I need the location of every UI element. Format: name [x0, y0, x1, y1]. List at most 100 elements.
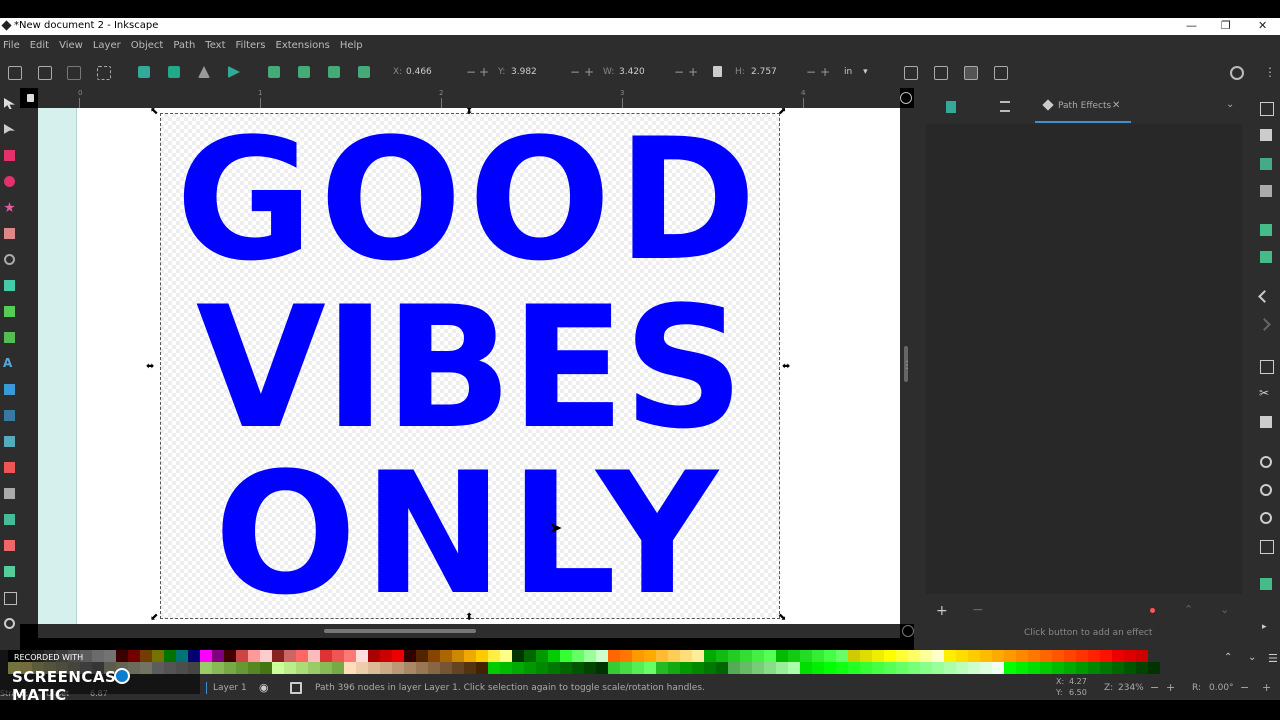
scale-handle-left[interactable]: ⬌	[146, 362, 154, 372]
palette-swatch[interactable]	[800, 650, 812, 662]
palette-swatch[interactable]	[1124, 650, 1136, 662]
palette-swatch[interactable]	[428, 662, 440, 674]
palette-swatch[interactable]	[1076, 662, 1088, 674]
palette-swatch[interactable]	[980, 662, 992, 674]
palette-swatch[interactable]	[764, 650, 776, 662]
open-file-icon[interactable]	[1260, 129, 1272, 141]
palette-swatch[interactable]	[200, 662, 212, 674]
palette-swatch[interactable]	[356, 662, 368, 674]
deselect-icon[interactable]	[67, 66, 81, 80]
gradient-tool-icon[interactable]	[4, 384, 15, 395]
palette-swatch[interactable]	[296, 650, 308, 662]
palette-swatch[interactable]	[608, 650, 620, 662]
palette-swatch[interactable]	[236, 662, 248, 674]
palette-swatch[interactable]	[392, 650, 404, 662]
palette-swatch[interactable]	[296, 662, 308, 674]
palette-swatch[interactable]	[644, 650, 656, 662]
transform-patterns-icon[interactable]	[994, 66, 1008, 80]
text-tool-icon[interactable]: A	[3, 356, 12, 370]
palette-swatch[interactable]	[212, 662, 224, 674]
zoom-corner-icon[interactable]	[900, 92, 912, 104]
palette-swatch[interactable]	[1148, 662, 1160, 674]
palette-swatch[interactable]	[656, 662, 668, 674]
tab-path-effects[interactable]: Path Effects	[1058, 101, 1111, 111]
x-increment-button[interactable]: +	[479, 65, 489, 79]
palette-swatch[interactable]	[776, 650, 788, 662]
raise-icon[interactable]	[298, 66, 310, 78]
palette-swatch[interactable]	[824, 662, 836, 674]
menu-filters[interactable]: Filters	[231, 35, 271, 57]
scale-handle-top-left[interactable]: ⬉	[150, 108, 158, 117]
palette-swatch[interactable]	[1016, 662, 1028, 674]
palette-swatch[interactable]	[260, 650, 272, 662]
palette-swatch[interactable]	[704, 662, 716, 674]
palette-swatch[interactable]	[908, 650, 920, 662]
palette-swatch[interactable]	[692, 650, 704, 662]
palette-swatch[interactable]	[692, 662, 704, 674]
palette-swatch[interactable]	[668, 662, 680, 674]
palette-swatch[interactable]	[1100, 650, 1112, 662]
palette-swatch[interactable]	[560, 650, 572, 662]
mesh-tool-icon[interactable]	[4, 410, 15, 421]
h-decrement-button[interactable]: −	[806, 65, 816, 79]
scale-stroke-icon[interactable]	[904, 66, 918, 80]
palette-swatch[interactable]	[572, 650, 584, 662]
palette-swatch[interactable]	[932, 662, 944, 674]
palette-swatch[interactable]	[536, 650, 548, 662]
palette-swatch[interactable]	[836, 650, 848, 662]
palette-swatch[interactable]	[440, 662, 452, 674]
palette-swatch[interactable]	[860, 662, 872, 674]
palette-swatch[interactable]	[284, 650, 296, 662]
flip-vertical-icon[interactable]	[228, 66, 240, 78]
palette-swatch[interactable]	[272, 650, 284, 662]
paint-bucket-tool-icon[interactable]	[4, 462, 15, 473]
palette-swatch[interactable]	[992, 650, 1004, 662]
zoom-in-button[interactable]: +	[1166, 681, 1175, 694]
palette-scroll-up-icon[interactable]: ⌃	[1224, 652, 1232, 663]
color-management-icon[interactable]	[902, 625, 914, 637]
palette-swatch[interactable]	[1016, 650, 1028, 662]
rotate-cw-icon[interactable]	[168, 66, 180, 78]
palette-swatch[interactable]	[1136, 662, 1148, 674]
palette-swatch[interactable]	[788, 662, 800, 674]
palette-swatch[interactable]	[632, 662, 644, 674]
palette-swatch[interactable]	[1040, 650, 1052, 662]
palette-swatch[interactable]	[884, 650, 896, 662]
palette-swatch[interactable]	[452, 662, 464, 674]
palette-swatch[interactable]	[320, 662, 332, 674]
minimize-button[interactable]: —	[1186, 19, 1197, 32]
copy-icon[interactable]	[1260, 360, 1274, 374]
palette-swatch[interactable]	[608, 662, 620, 674]
scale-corners-icon[interactable]	[934, 66, 948, 80]
palette-swatch[interactable]	[1064, 650, 1076, 662]
palette-swatch[interactable]	[440, 650, 452, 662]
palette-swatch[interactable]	[728, 650, 740, 662]
palette-swatch[interactable]	[488, 662, 500, 674]
palette-swatch[interactable]	[656, 650, 668, 662]
palette-swatch[interactable]	[848, 662, 860, 674]
palette-swatch[interactable]	[536, 662, 548, 674]
palette-swatch[interactable]	[308, 662, 320, 674]
palette-swatch[interactable]	[284, 662, 296, 674]
menu-text[interactable]: Text	[200, 35, 230, 57]
palette-swatch[interactable]	[1052, 662, 1064, 674]
palette-swatch[interactable]	[524, 662, 536, 674]
rotate-ccw-icon[interactable]	[138, 66, 150, 78]
horizontal-scrollbar[interactable]	[38, 624, 914, 638]
3d-box-tool-icon[interactable]	[4, 228, 15, 239]
lower-to-bottom-icon[interactable]	[358, 66, 370, 78]
more-options-icon[interactable]: ⋮	[1264, 65, 1276, 79]
rotation-field[interactable]: 0.00°	[1209, 683, 1234, 693]
import-icon[interactable]	[1260, 224, 1272, 236]
palette-swatch[interactable]	[464, 650, 476, 662]
palette-swatch[interactable]	[680, 662, 692, 674]
palette-swatch[interactable]	[560, 662, 572, 674]
eraser-tool-icon[interactable]	[4, 540, 15, 551]
menu-help[interactable]: Help	[335, 35, 368, 57]
rotate-decrement-button[interactable]: −	[1240, 681, 1249, 694]
palette-swatch[interactable]	[1088, 662, 1100, 674]
palette-swatch[interactable]	[500, 662, 512, 674]
export-icon[interactable]	[1260, 251, 1272, 263]
palette-swatch[interactable]	[344, 662, 356, 674]
x-field[interactable]: 0.466	[406, 64, 464, 80]
